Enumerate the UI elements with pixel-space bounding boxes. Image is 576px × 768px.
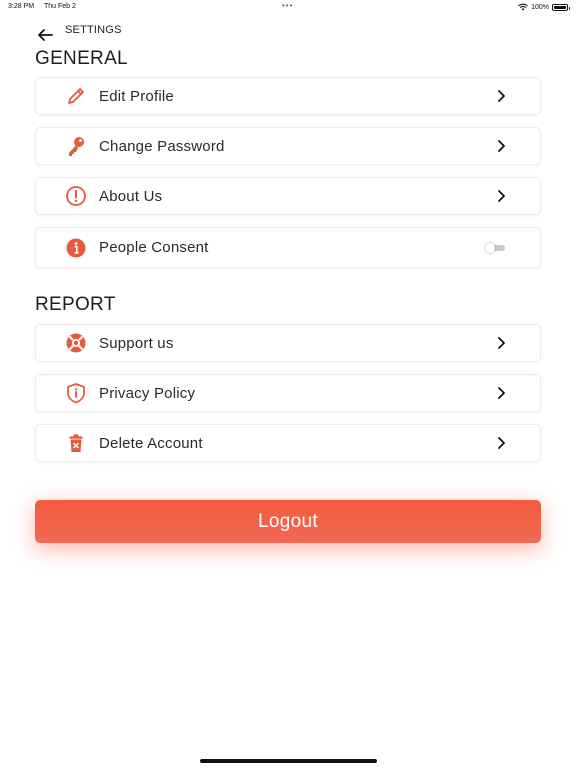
people-consent-label: People Consent: [99, 239, 209, 256]
edit-profile-row[interactable]: Edit Profile: [35, 77, 541, 115]
chevron-right-icon: [498, 90, 505, 102]
delete-account-row[interactable]: Delete Account: [35, 424, 541, 462]
privacy-policy-label: Privacy Policy: [99, 384, 196, 402]
key-icon: [65, 135, 87, 157]
status-time: 3:28 PM: [8, 3, 35, 10]
change-password-row[interactable]: Change Password: [35, 127, 541, 165]
battery-percent: 100%: [531, 3, 549, 11]
exclamation-circle-icon: [65, 185, 87, 207]
shield-info-icon: [65, 382, 87, 404]
support-us-row[interactable]: Support us: [35, 324, 541, 362]
chevron-right-icon: [498, 437, 505, 449]
page-title: SETTINGS: [65, 24, 122, 36]
chevron-right-icon: [498, 387, 505, 399]
about-us-row[interactable]: About Us: [35, 177, 541, 215]
arrow-left-icon: [38, 29, 53, 41]
wifi-icon: [518, 3, 528, 11]
change-password-label: Change Password: [99, 137, 225, 155]
privacy-policy-row[interactable]: Privacy Policy: [35, 374, 541, 412]
people-consent-row: People Consent: [35, 227, 541, 268]
status-date: Thu Feb 2: [44, 3, 76, 10]
section-title-report: REPORT: [35, 294, 116, 315]
chevron-right-icon: [498, 337, 505, 349]
pencil-icon: [65, 85, 87, 107]
status-bar: 3:28 PM Thu Feb 2 ••• 100%: [0, 0, 576, 14]
section-title-general: GENERAL: [35, 48, 128, 69]
delete-account-label: Delete Account: [99, 434, 203, 452]
support-us-label: Support us: [99, 334, 174, 352]
chevron-right-icon: [498, 190, 505, 202]
home-indicator[interactable]: [200, 759, 377, 763]
about-us-label: About Us: [99, 187, 163, 205]
people-consent-toggle[interactable]: [485, 243, 505, 253]
chevron-right-icon: [498, 140, 505, 152]
logout-button[interactable]: Logout: [35, 500, 541, 543]
info-circle-icon: [65, 237, 87, 259]
back-button[interactable]: [36, 26, 54, 44]
trash-icon: [65, 432, 87, 454]
status-right: 100%: [518, 3, 570, 11]
edit-profile-label: Edit Profile: [99, 87, 174, 105]
multitasking-dots[interactable]: •••: [282, 1, 293, 10]
battery-icon: [552, 3, 570, 11]
lifebuoy-icon: [65, 332, 87, 354]
